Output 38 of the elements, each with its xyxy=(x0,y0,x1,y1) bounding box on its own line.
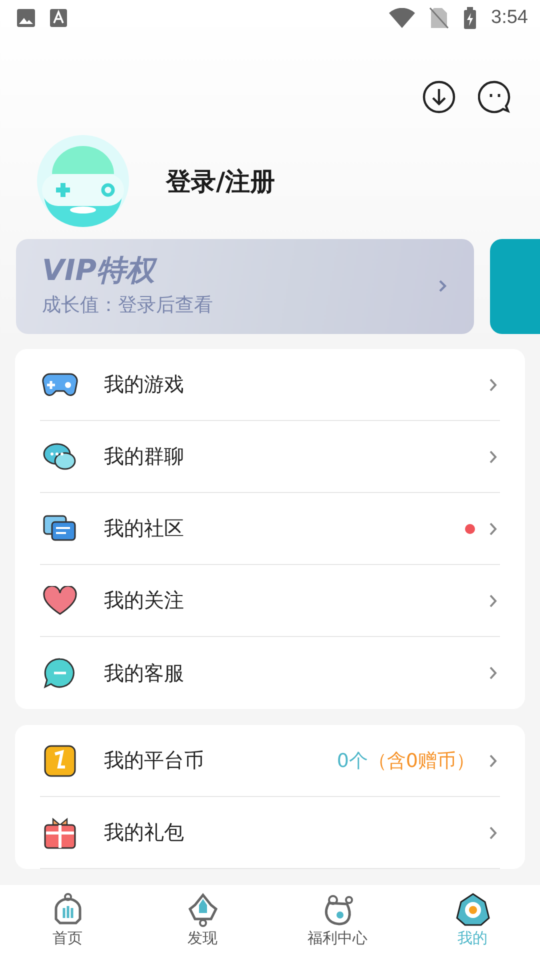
wifi-icon xyxy=(389,8,416,28)
text-icon xyxy=(50,8,67,28)
speech-bubble-icon xyxy=(43,657,77,689)
chevron-right-icon xyxy=(489,378,498,392)
chevron-right-icon xyxy=(438,279,448,294)
image-icon xyxy=(16,8,36,28)
growth-value-text: 成长值：登录后查看 xyxy=(42,293,213,318)
heart-icon xyxy=(43,586,77,616)
chevron-right-icon xyxy=(489,826,498,840)
coin-icon xyxy=(44,744,76,776)
bonus-coin-note: （含0赠币） xyxy=(368,748,475,774)
chat-bubbles-icon xyxy=(43,442,77,472)
coin-count: 0个 xyxy=(336,748,368,774)
no-sim-icon xyxy=(429,7,450,29)
chevron-right-icon xyxy=(489,522,498,536)
message-cards-icon xyxy=(43,514,77,544)
menu-item[interactable]: 我的平台币 0个（含0赠币） xyxy=(40,725,500,797)
chevron-right-icon xyxy=(489,594,498,608)
battery-icon xyxy=(463,7,478,29)
chevron-right-icon xyxy=(489,754,498,768)
download-button[interactable] xyxy=(422,80,456,114)
menu-item[interactable]: 我的关注 xyxy=(40,565,500,637)
nav-tab[interactable]: 发现 xyxy=(135,885,270,960)
eye-badge-icon xyxy=(454,893,490,927)
rocket-icon xyxy=(186,893,220,927)
clock-time: 3:54 xyxy=(491,7,528,29)
nav-tab[interactable]: 首页 xyxy=(0,885,135,960)
login-register-link[interactable]: 登录/注册 xyxy=(166,164,276,198)
nav-tab[interactable]: 福利中心 xyxy=(270,885,405,960)
gift-icon xyxy=(43,816,77,850)
menu-item[interactable]: 我的游戏 xyxy=(40,349,500,421)
chevron-right-icon xyxy=(489,666,498,680)
menu-item[interactable]: 我的客服 xyxy=(40,637,500,709)
menu-item[interactable]: 我的群聊 xyxy=(40,421,500,493)
chevron-right-icon xyxy=(489,450,498,464)
menu-item[interactable]: 我的社区 xyxy=(40,493,500,565)
menu-item[interactable]: 我的礼包 xyxy=(40,797,500,869)
message-button[interactable] xyxy=(478,80,512,114)
